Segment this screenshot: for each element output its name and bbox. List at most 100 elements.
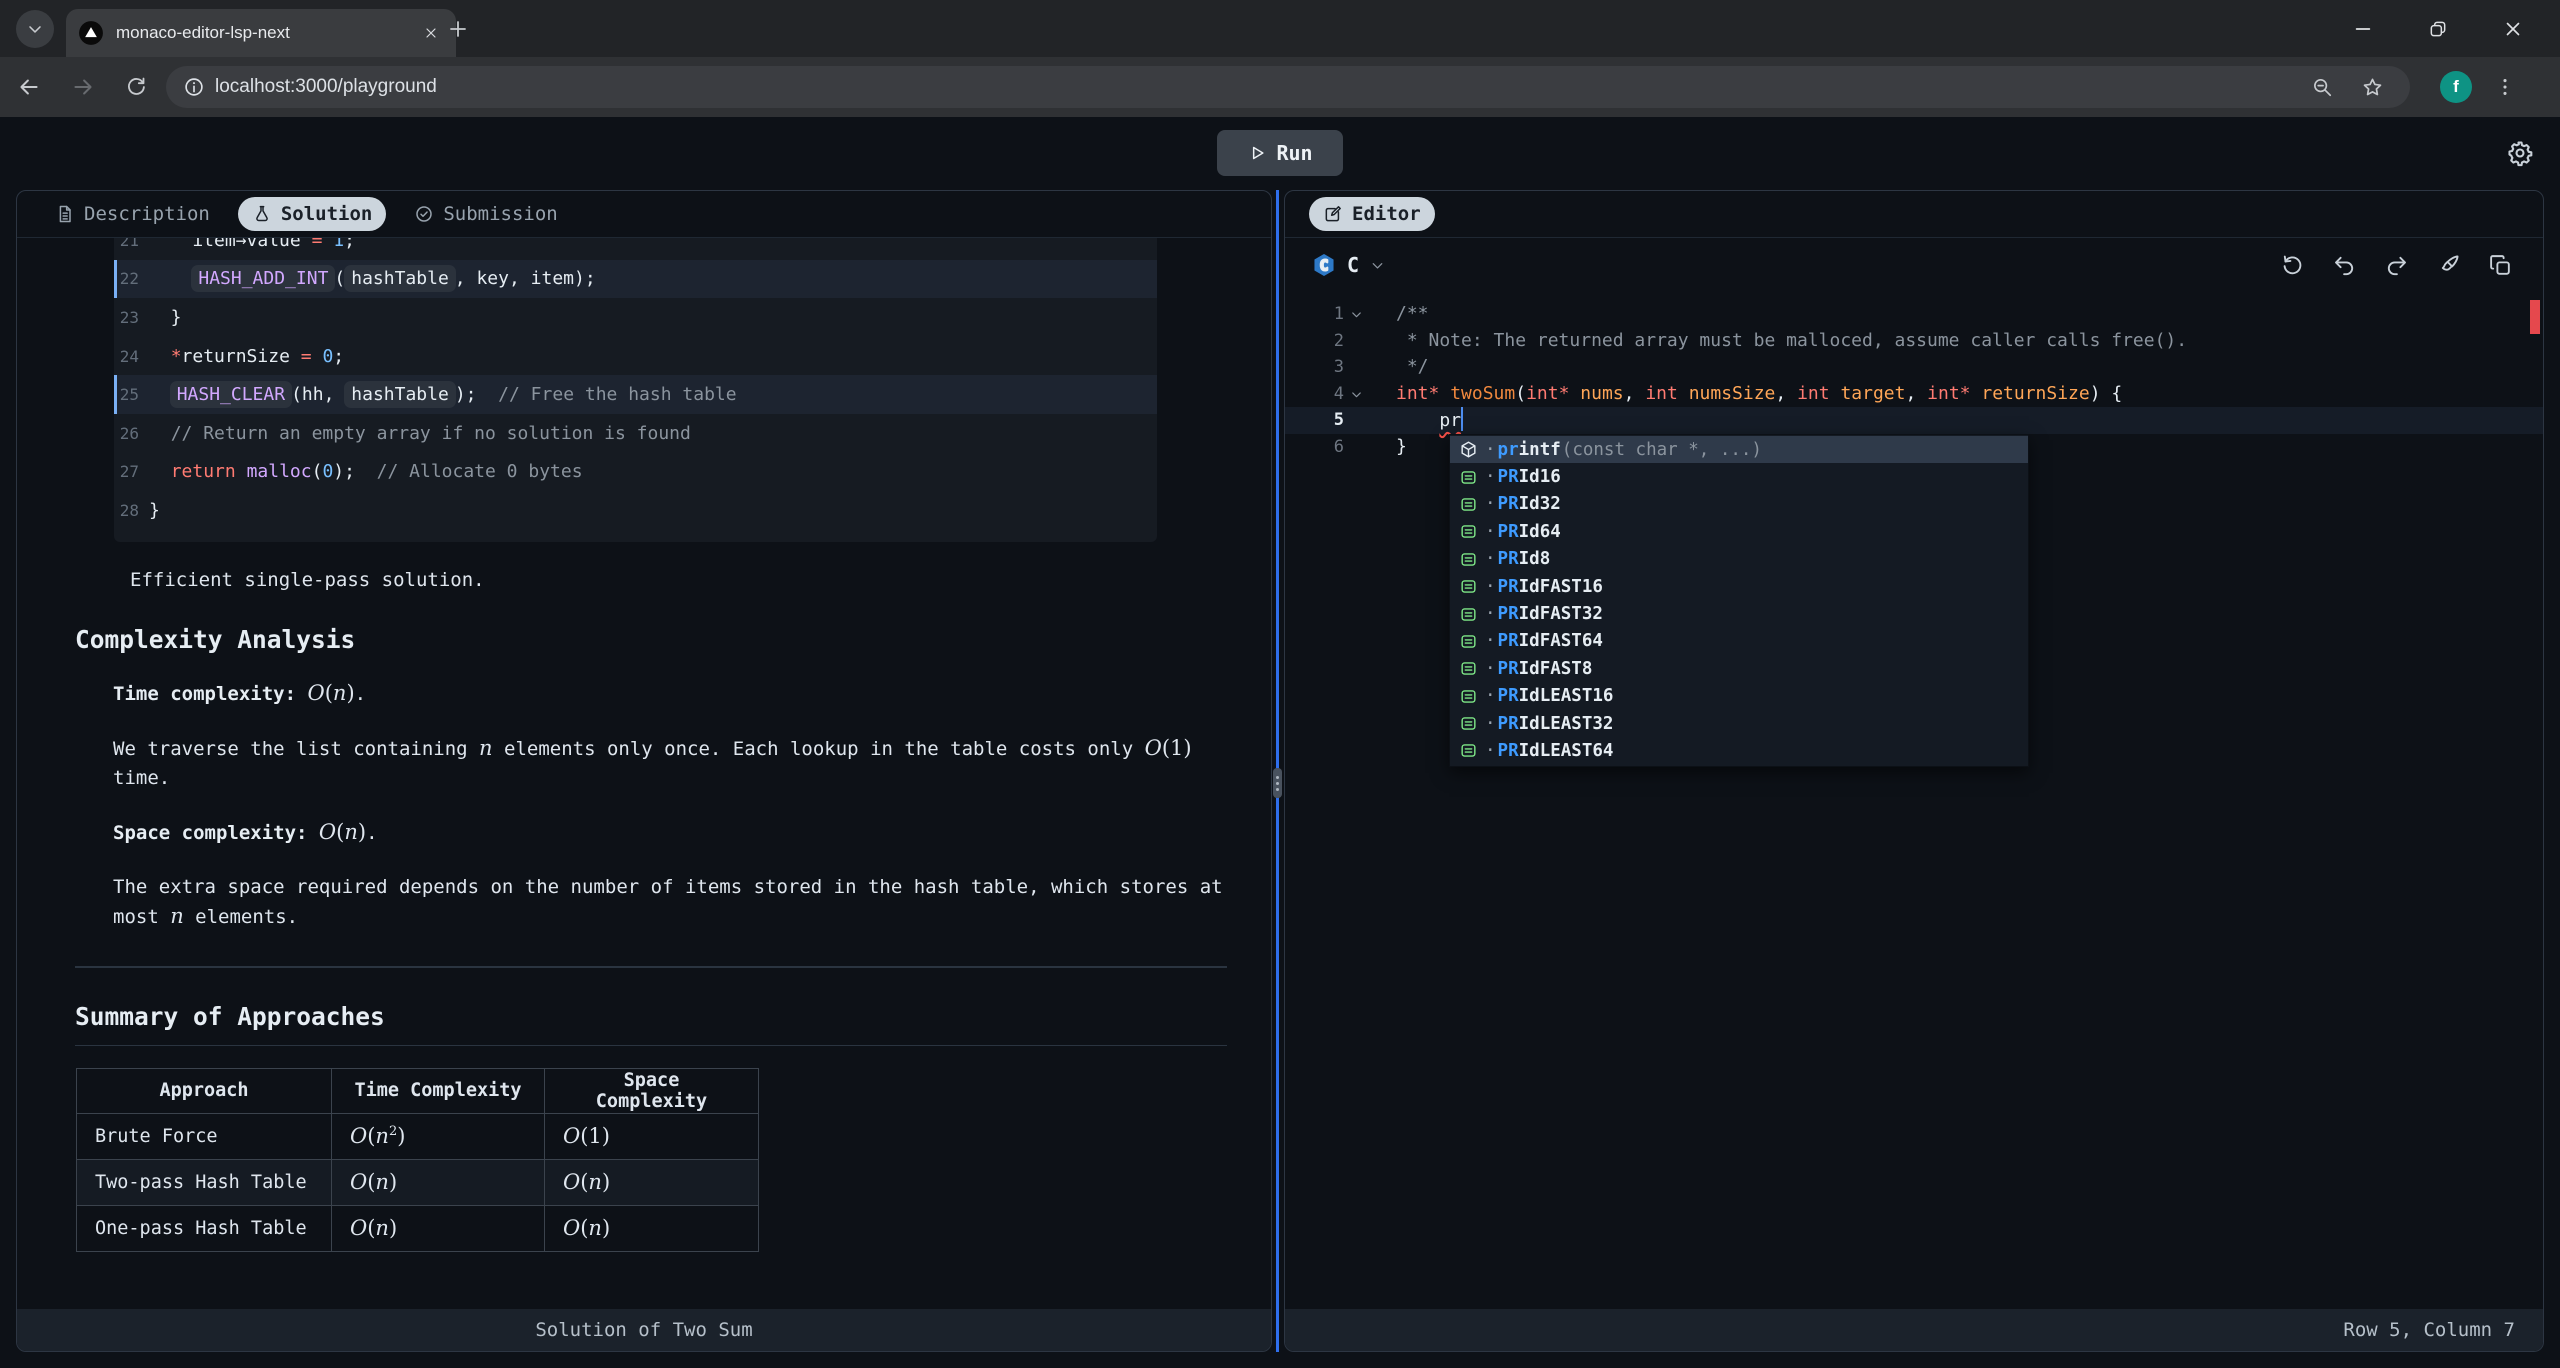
- problem-status-text: Solution of Two Sum: [535, 1319, 752, 1341]
- table-cell: O(n): [545, 1159, 759, 1205]
- new-tab-icon[interactable]: [446, 17, 470, 41]
- chevron-down-icon: [25, 19, 45, 39]
- format-icon[interactable]: [2436, 253, 2461, 278]
- copy-icon[interactable]: [2488, 253, 2513, 278]
- minimize-icon[interactable]: [2352, 18, 2374, 40]
- submission-icon: [414, 204, 434, 224]
- redo-icon[interactable]: [2384, 253, 2409, 278]
- section-divider: [75, 966, 1227, 968]
- heading-complexity-analysis: Complexity Analysis: [75, 625, 1227, 654]
- browser-tab-strip: monaco-editor-lsp-next: [0, 0, 2560, 57]
- editor-line-1[interactable]: 1/**: [1285, 301, 2543, 328]
- heading-summary-of-approaches: Summary of Approaches: [75, 1002, 1227, 1046]
- autocomplete-item-PRIdLEAST16[interactable]: ·PRIdLEAST16: [1450, 683, 2028, 710]
- table-cell: Two-pass Hash Table: [77, 1159, 332, 1205]
- play-icon: [1247, 143, 1267, 163]
- info-icon[interactable]: [183, 76, 205, 98]
- tab-close-icon[interactable]: [418, 20, 444, 46]
- tab-editor[interactable]: Editor: [1309, 197, 1435, 231]
- autocomplete-item-PRId32[interactable]: ·PRId32: [1450, 491, 2028, 518]
- autocomplete-item-PRId64[interactable]: ·PRId64: [1450, 518, 2028, 545]
- table-header: Time Complexity: [332, 1068, 545, 1113]
- language-selector[interactable]: C C: [1311, 251, 1386, 279]
- panel-resizer[interactable]: [1272, 190, 1284, 1352]
- solution-content[interactable]: 21 item→value = 1;22 HASH_ADD_INT(hashTa…: [17, 238, 1271, 1309]
- table-cell: O(n2): [332, 1113, 545, 1159]
- code-editor[interactable]: 1/**2 * Note: The returned array must be…: [1285, 292, 2543, 1309]
- fold-chevron-icon[interactable]: [1344, 301, 1368, 328]
- macro-icon: [1459, 577, 1478, 596]
- app-header: Run: [0, 117, 2560, 190]
- zoom-out-icon[interactable]: [2311, 76, 2333, 98]
- back-icon[interactable]: [16, 74, 42, 100]
- autocomplete-item-PRIdFAST64[interactable]: ·PRIdFAST64: [1450, 628, 2028, 655]
- function-icon: [1459, 440, 1478, 459]
- code-line-25: 25 HASH_CLEAR(hh, hashTable); // Free th…: [114, 375, 1157, 414]
- table-cell: O(n): [332, 1159, 545, 1205]
- fold-chevron-icon[interactable]: [1344, 381, 1368, 408]
- url-text[interactable]: localhost:3000/playground: [215, 76, 2311, 98]
- approaches-table: ApproachTime ComplexitySpace ComplexityB…: [76, 1068, 759, 1252]
- reset-icon[interactable]: [2280, 253, 2305, 278]
- code-line-28: 28}: [114, 491, 1157, 530]
- tab-label: Solution: [281, 203, 373, 225]
- restore-icon[interactable]: [2428, 19, 2448, 39]
- table-cell: One-pass Hash Table: [77, 1205, 332, 1251]
- run-button-label: Run: [1276, 141, 1312, 165]
- table-cell: Brute Force: [77, 1113, 332, 1159]
- macro-icon: [1459, 550, 1478, 569]
- macro-icon: [1459, 659, 1478, 678]
- space-complexity-paragraph: Space complexity: O(n).: [113, 818, 1227, 848]
- solution-icon: [252, 204, 272, 224]
- bookmark-star-icon[interactable]: [2361, 76, 2384, 99]
- editor-line-2[interactable]: 2 * Note: The returned array must be mal…: [1285, 328, 2543, 355]
- autocomplete-item-PRIdFAST32[interactable]: ·PRIdFAST32: [1450, 600, 2028, 627]
- tab-submission[interactable]: Submission: [400, 197, 571, 231]
- tab-description[interactable]: Description: [41, 197, 224, 231]
- gear-icon[interactable]: [2506, 139, 2534, 167]
- space-complexity-detail: The extra space required depends on the …: [113, 873, 1227, 932]
- time-complexity-detail: We traverse the list containing n elemen…: [113, 734, 1227, 793]
- code-line-21: 21 item→value = 1;: [114, 238, 1157, 260]
- cursor-position-text: Row 5, Column 7: [2343, 1319, 2515, 1341]
- editor-line-3[interactable]: 3 */: [1285, 354, 2543, 381]
- autocomplete-item-PRIdFAST8[interactable]: ·PRIdFAST8: [1450, 655, 2028, 682]
- profile-avatar[interactable]: f: [2440, 71, 2472, 103]
- menu-kebab-icon[interactable]: [2494, 76, 2516, 98]
- reload-icon[interactable]: [124, 75, 148, 99]
- autocomplete-item-PRIdLEAST64[interactable]: ·PRIdLEAST64: [1450, 737, 2028, 764]
- resizer-grip[interactable]: [1273, 768, 1282, 798]
- browser-tab[interactable]: monaco-editor-lsp-next: [66, 9, 456, 57]
- editor-line-4[interactable]: 4int* twoSum(int* nums, int numsSize, in…: [1285, 381, 2543, 408]
- autocomplete-item-PRId8[interactable]: ·PRId8: [1450, 546, 2028, 573]
- run-button[interactable]: Run: [1217, 130, 1343, 176]
- tab-search-button[interactable]: [16, 10, 54, 48]
- text-cursor: [1461, 407, 1463, 431]
- autocomplete-item-printf[interactable]: ·printf(const char *, ...): [1450, 436, 2028, 463]
- autocomplete-item-PRIdLEAST32[interactable]: ·PRIdLEAST32: [1450, 710, 2028, 737]
- table-row: Two-pass Hash TableO(n)O(n): [77, 1159, 759, 1205]
- code-line-24: 24 *returnSize = 0;: [114, 337, 1157, 376]
- language-label: C: [1347, 253, 1359, 277]
- editor-line-5[interactable]: 5 pr: [1285, 407, 2543, 434]
- table-row: One-pass Hash TableO(n)O(n): [77, 1205, 759, 1251]
- close-icon[interactable]: [2502, 18, 2524, 40]
- forward-icon[interactable]: [70, 74, 96, 100]
- macro-icon: [1459, 495, 1478, 514]
- macro-icon: [1459, 687, 1478, 706]
- macro-icon: [1459, 468, 1478, 487]
- window-controls: [2352, 0, 2560, 57]
- undo-icon[interactable]: [2332, 253, 2357, 278]
- table-cell: O(1): [545, 1113, 759, 1159]
- address-bar[interactable]: localhost:3000/playground: [166, 66, 2410, 108]
- editor-icon: [1323, 204, 1343, 224]
- solution-code-block: 21 item→value = 1;22 HASH_ADD_INT(hashTa…: [114, 238, 1157, 542]
- browser-toolbar: localhost:3000/playground f: [0, 57, 2560, 117]
- problem-status-bar: Solution of Two Sum: [17, 1309, 1271, 1351]
- table-cell: O(n): [332, 1205, 545, 1251]
- autocomplete-item-PRIdFAST16[interactable]: ·PRIdFAST16: [1450, 573, 2028, 600]
- autocomplete-item-PRId16[interactable]: ·PRId16: [1450, 463, 2028, 490]
- editor-tab-label: Editor: [1352, 203, 1421, 225]
- tab-solution[interactable]: Solution: [238, 197, 387, 231]
- macro-icon: [1459, 741, 1478, 760]
